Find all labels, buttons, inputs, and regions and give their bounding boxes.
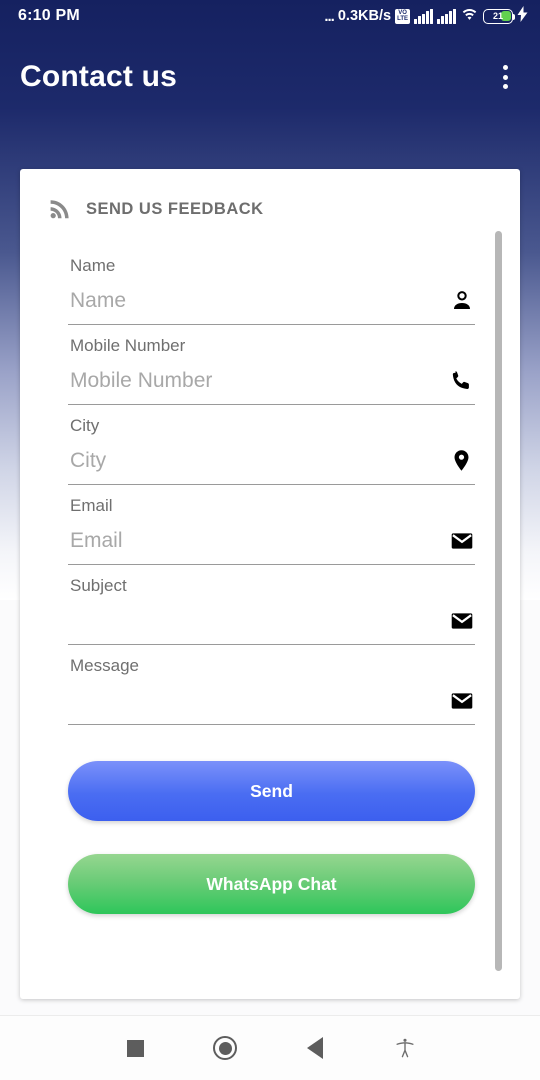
location-pin-icon xyxy=(448,447,475,474)
email-icon xyxy=(448,607,475,634)
field-row-mobile[interactable]: Mobile Number xyxy=(68,363,475,405)
field-label-subject: Subject xyxy=(70,576,127,595)
signal-bars-sim1-icon xyxy=(414,8,434,24)
field-row-city[interactable]: City xyxy=(68,443,475,485)
email-input[interactable]: Email xyxy=(68,529,448,553)
field-message: Message xyxy=(68,647,475,725)
nav-spacer-right xyxy=(450,1016,540,1080)
card-scrollbar[interactable] xyxy=(495,231,502,971)
status-bar: 6:10 PM ... 0.3KB/s VO LTE 21 xyxy=(0,0,540,32)
name-input[interactable]: Name xyxy=(68,289,448,313)
network-speed-text: 0.3KB/s xyxy=(337,8,392,24)
card-actions: Send WhatsApp Chat xyxy=(20,727,520,914)
volte-bottom-label: LTE xyxy=(397,16,408,22)
phone-icon xyxy=(448,367,475,394)
status-dots: ... xyxy=(324,7,334,25)
charging-bolt-icon xyxy=(517,5,528,27)
email-icon xyxy=(448,687,475,714)
back-triangle-icon[interactable] xyxy=(270,1016,360,1080)
signal-bars-sim2-icon xyxy=(437,8,456,24)
field-email: Email Email xyxy=(68,487,475,565)
status-bar-time: 6:10 PM xyxy=(18,7,80,24)
recents-square-icon[interactable] xyxy=(90,1016,180,1080)
field-name: Name Name xyxy=(68,247,475,325)
feedback-form: Name Name Mobile Number Mobile Number Ci… xyxy=(20,221,520,725)
app-bar: Contact us xyxy=(0,32,540,122)
person-icon xyxy=(448,287,475,314)
field-label-mobile: Mobile Number xyxy=(70,336,186,355)
status-bar-icons: ... 0.3KB/s VO LTE 21 xyxy=(324,5,528,27)
card-header: SEND US FEEDBACK xyxy=(20,169,520,221)
city-input[interactable]: City xyxy=(68,449,448,473)
field-label-city: City xyxy=(70,416,100,435)
more-vert-icon[interactable] xyxy=(493,57,518,97)
field-row-message[interactable] xyxy=(68,683,475,725)
field-label-name: Name xyxy=(70,256,116,275)
feedback-card: SEND US FEEDBACK Name Name Mobile Number… xyxy=(20,169,520,999)
card-title: SEND US FEEDBACK xyxy=(86,199,264,218)
rss-feed-icon xyxy=(48,197,72,221)
wifi-icon xyxy=(460,6,479,26)
field-row-email[interactable]: Email xyxy=(68,523,475,565)
volte-icon: VO LTE xyxy=(395,8,411,24)
field-label-message: Message xyxy=(70,656,139,675)
mobile-input[interactable]: Mobile Number xyxy=(68,369,448,393)
page-title: Contact us xyxy=(20,60,178,93)
field-mobile: Mobile Number Mobile Number xyxy=(68,327,475,405)
field-label-email: Email xyxy=(70,496,113,515)
system-nav-bar xyxy=(0,1015,540,1080)
whatsapp-chat-button[interactable]: WhatsApp Chat xyxy=(68,854,475,914)
field-subject: Subject xyxy=(68,567,475,645)
battery-percent: 21 xyxy=(492,11,503,21)
field-city: City City xyxy=(68,407,475,485)
accessibility-icon[interactable] xyxy=(360,1016,450,1080)
email-icon xyxy=(448,527,475,554)
battery-icon: 21 xyxy=(483,8,516,24)
field-row-name[interactable]: Name xyxy=(68,283,475,325)
field-row-subject[interactable] xyxy=(68,603,475,645)
send-button[interactable]: Send xyxy=(68,761,475,821)
home-circle-icon[interactable] xyxy=(180,1016,270,1080)
